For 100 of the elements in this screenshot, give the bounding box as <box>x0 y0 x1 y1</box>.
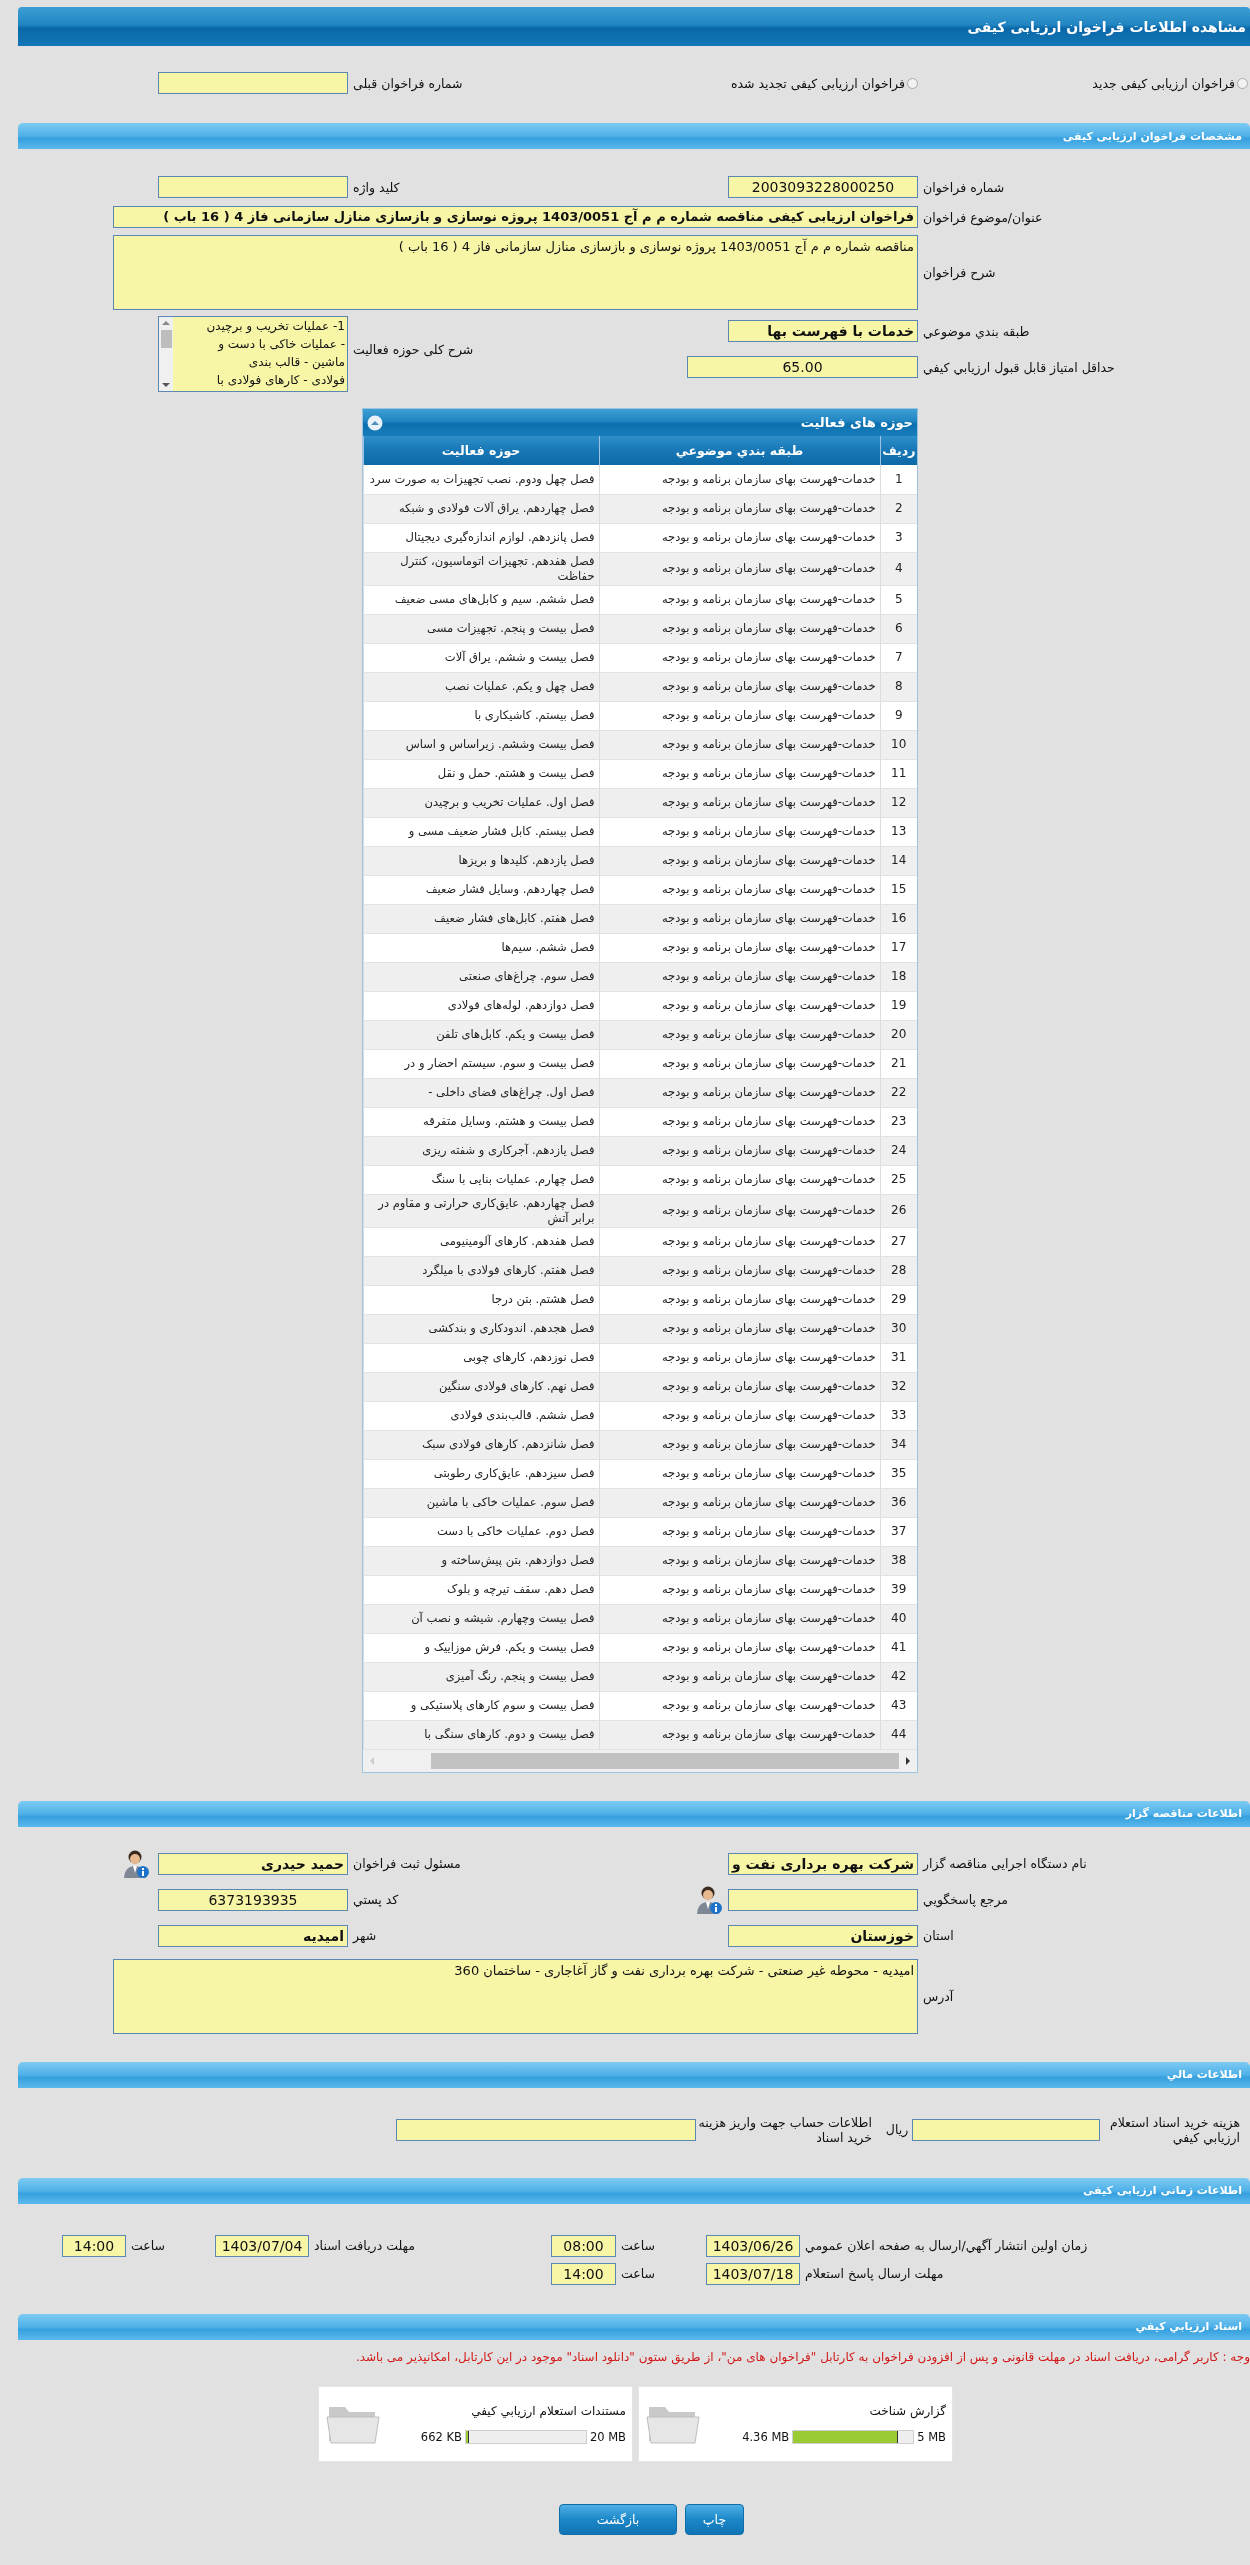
table-cell: فصل چهاردهم. یراق آلات فولادی و شبکه <box>363 494 599 523</box>
text-field[interactable]: 65.00 <box>687 356 918 378</box>
scrollbar[interactable] <box>363 1749 917 1772</box>
table-cell: 20 <box>880 1020 917 1049</box>
page-title: مشاهده اطلاعات فراخوان ارزیابی کیفی <box>967 18 1246 35</box>
text-area[interactable]: مناقصه شماره م م آج 1403/0051 پروژه نوسازی و بازسازی منازل سازمانی فاز 4 ( 16 باب ) <box>113 235 918 310</box>
field-label: کلید واژه <box>352 179 400 195</box>
list-item[interactable]: فولادی - کارهای فولادی با <box>173 371 347 389</box>
table-cell: فصل بیست و سوم کارهای پلاستیکی و <box>363 1691 599 1720</box>
radio-option[interactable]: فراخوان ارزیابی کیفی جدید <box>1092 75 1248 91</box>
table-cell: خدمات-فهرست بهای سازمان برنامه و بودجه <box>599 701 880 730</box>
size-text: 4.36 MB <box>742 2429 790 2444</box>
text-area[interactable]: امیدیه - محوطه غیر صنعتی - شرکت بهره برداری نفت و گاز آغاجاری - ساختمان 360 <box>113 1958 918 2034</box>
text-field[interactable] <box>728 1888 918 1911</box>
table-cell: فصل بیست و هشتم. حمل و نقل <box>363 759 599 788</box>
list-item[interactable]: 1- عملیات تخریب و برچیدن <box>173 317 347 335</box>
field-label: هزینه خرید اسناد استعلام ارزيابي کيفي <box>1108 2114 1241 2145</box>
table-cell: فصل ششم. سیم‌ها <box>363 933 599 962</box>
table-cell: فصل دوم. عملیات خاکی با دست <box>363 1517 599 1546</box>
text-field[interactable]: 2003093228000250 <box>728 176 918 198</box>
table-cell: فصل هجدهم. اندودکاری و بندکشی <box>363 1314 599 1343</box>
scrollbar[interactable] <box>159 317 173 391</box>
section-title: اطلاعات زمانی ارزیابی کیفی <box>1082 2184 1242 2197</box>
table-cell: فصل هفدهم. تجهیزات اتوماسیون، کنترل حفاظت <box>363 552 599 585</box>
table-cell: 4 <box>880 552 917 585</box>
table-cell: 38 <box>880 1546 917 1575</box>
text-field[interactable] <box>396 2118 696 2141</box>
table-cell: 14 <box>880 846 917 875</box>
collapse-icon[interactable] <box>367 414 383 431</box>
table-cell: 33 <box>880 1401 917 1430</box>
text-field[interactable] <box>158 72 348 94</box>
field-label: ساعت <box>130 2238 165 2253</box>
radio-option[interactable]: فراخوان ارزیابی کیفی تجدید شده <box>731 75 918 91</box>
list-box[interactable]: 1- عملیات تخریب و برچیدن - عملیات خاکی با دست و ماشین - قالب بندی فولادی - کارهای فولادی با <box>158 316 348 392</box>
time-field[interactable]: 08:00 <box>551 2234 616 2257</box>
section-title: اطلاعات مالي <box>1166 2068 1242 2081</box>
table-cell: 37 <box>880 1517 917 1546</box>
field-label: شماره فراخوان <box>922 179 1005 195</box>
date-field[interactable]: 1403/07/18 <box>706 2262 800 2285</box>
time-field[interactable]: 14:00 <box>62 2234 126 2257</box>
table-cell: فصل پانزدهم. لوازم اندازه‌گیری دیجیتال <box>363 523 599 552</box>
text-field[interactable] <box>912 2118 1100 2141</box>
text-field[interactable]: امیدیه <box>158 1924 348 1947</box>
table-cell: فصل هفتم. کارهای فولادی با میلگرد <box>363 1256 599 1285</box>
user-info-icon[interactable] <box>696 1884 722 1915</box>
action-button[interactable]: بازگشت <box>559 2503 677 2535</box>
scroll-thumb[interactable] <box>160 330 172 348</box>
field-label: عنوان/موضوع فراخوان <box>922 209 1043 225</box>
table-cell: 8 <box>880 672 917 701</box>
text-field[interactable]: فراخوان ارزیابی کیفی مناقصه شماره م م آج 1403/0051 پروژه نوسازی و بازسازی منازل سازمانی فاز 4 ( 16 باب ) <box>113 206 918 228</box>
table-cell: 39 <box>880 1575 917 1604</box>
size-text: 662 KB <box>420 2429 462 2444</box>
text-field[interactable]: خدمات با فهرست بها <box>728 320 918 342</box>
field-label: استان <box>922 1928 954 1943</box>
text-field[interactable]: حمید حیدری <box>158 1852 348 1875</box>
table-cell: خدمات-فهرست بهای سازمان برنامه و بودجه <box>599 1049 880 1078</box>
radio-button[interactable] <box>907 77 918 89</box>
field-label: طبقه بندي موضوعي <box>922 323 1030 339</box>
table-cell: خدمات-فهرست بهای سازمان برنامه و بودجه <box>599 552 880 585</box>
list-item[interactable]: - عملیات خاکی با دست و <box>173 335 347 353</box>
table-cell: 22 <box>880 1078 917 1107</box>
table-cell: 24 <box>880 1136 917 1165</box>
table-cell: 23 <box>880 1107 917 1136</box>
user-info-icon[interactable] <box>122 1848 149 1879</box>
scroll-thumb[interactable] <box>431 1752 899 1769</box>
table-cell: خدمات-فهرست بهای سازمان برنامه و بودجه <box>599 788 880 817</box>
table-cell: فصل اول. چراغ‌های فضای داخلی - <box>363 1078 599 1107</box>
text-field[interactable]: 6373193935 <box>158 1888 348 1911</box>
scroll-down-icon[interactable] <box>160 381 172 389</box>
date-field[interactable]: 1403/07/04 <box>215 2234 309 2257</box>
table-cell: 31 <box>880 1343 917 1372</box>
table-cell: 15 <box>880 875 917 904</box>
table-cell: 19 <box>880 991 917 1020</box>
file-name[interactable]: مستندات استعلام ارزيابي کيفي <box>381 2403 626 2418</box>
table-cell: خدمات-فهرست بهای سازمان برنامه و بودجه <box>599 904 880 933</box>
table-cell: خدمات-فهرست بهای سازمان برنامه و بودجه <box>599 1256 880 1285</box>
table-cell: 28 <box>880 1256 917 1285</box>
text-field[interactable] <box>158 176 348 198</box>
capacity-text: 5 MB <box>917 2429 946 2444</box>
table-cell: 36 <box>880 1488 917 1517</box>
scroll-right-icon[interactable] <box>903 1754 913 1767</box>
file-name[interactable]: گزارش شناخت <box>701 2403 946 2418</box>
action-button[interactable]: چاپ <box>685 2503 744 2535</box>
table-cell: خدمات-فهرست بهای سازمان برنامه و بودجه <box>599 585 880 614</box>
table-cell: 3 <box>880 523 917 552</box>
time-field[interactable]: 14:00 <box>551 2262 616 2285</box>
field-label: مرجع پاسخگويي <box>922 1892 1009 1907</box>
list-item[interactable]: ماشین - قالب بندی <box>173 353 347 371</box>
table-cell: فصل هفدهم. کارهای آلومینیومی <box>363 1227 599 1256</box>
table-cell: 6 <box>880 614 917 643</box>
scroll-up-icon[interactable] <box>160 319 172 327</box>
radio-button[interactable] <box>1237 77 1248 89</box>
table-cell: خدمات-فهرست بهای سازمان برنامه و بودجه <box>599 1372 880 1401</box>
table-cell: فصل دوازدهم. بتن پیش‌ساخته و <box>363 1546 599 1575</box>
text-field[interactable]: خوزستان <box>728 1924 918 1947</box>
date-field[interactable]: 1403/06/26 <box>706 2234 800 2257</box>
text-field[interactable]: شرکت بهره برداری نفت و <box>728 1852 918 1875</box>
table-cell: فصل نهم. کارهای فولادی سنگین <box>363 1372 599 1401</box>
table-cell: فصل بیست و هشتم. وسایل متفرقه <box>363 1107 599 1136</box>
capacity-text: 20 MB <box>589 2429 626 2444</box>
